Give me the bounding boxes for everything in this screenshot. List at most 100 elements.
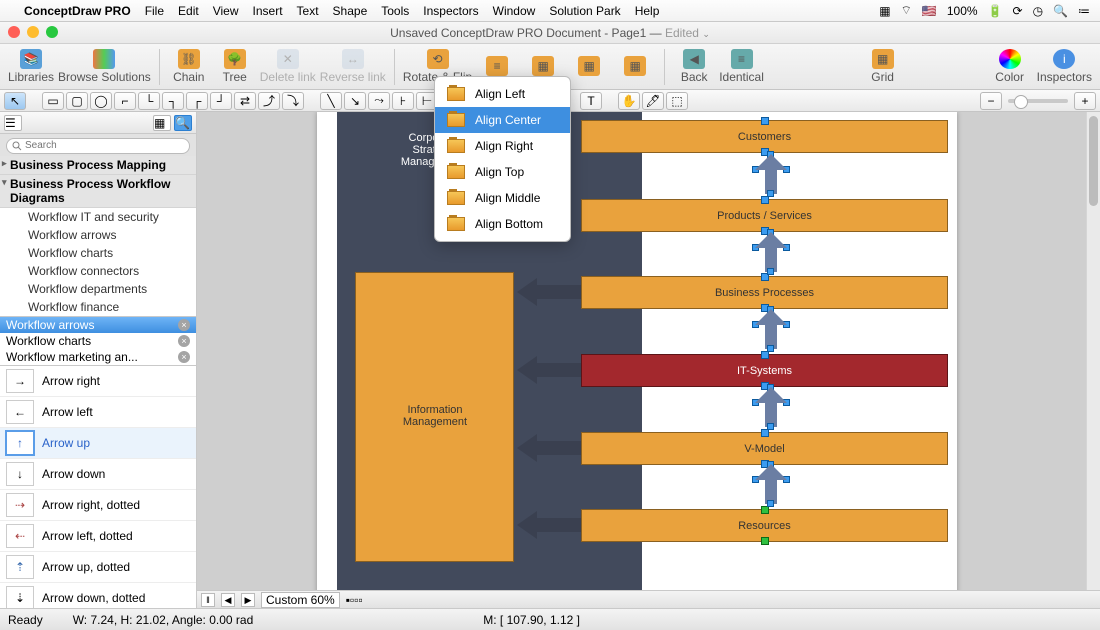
app-name[interactable]: ConceptDraw PRO (24, 4, 131, 18)
tool-conn1[interactable]: ⌐ (114, 92, 136, 110)
shape-item[interactable]: ⇡Arrow up, dotted (0, 552, 196, 583)
tree-item[interactable]: Workflow connectors (0, 262, 196, 280)
zoom-combo[interactable]: Custom 60% (261, 592, 340, 608)
align-left[interactable]: Align Left (435, 81, 570, 107)
tool-conn3[interactable]: ┐ (162, 92, 184, 110)
menu-icon[interactable]: ≔ (1078, 4, 1090, 18)
battery-icon[interactable]: 🔋 (988, 4, 1003, 18)
tool-line4[interactable]: ⊦ (392, 92, 414, 110)
tool-text[interactable]: T (580, 92, 602, 110)
tb-group3[interactable]: ▦ (614, 46, 656, 88)
align-right[interactable]: Align Right (435, 133, 570, 159)
menu-insert[interactable]: Insert (253, 4, 283, 18)
arrow-up-shape[interactable] (755, 154, 787, 194)
page-prev[interactable]: ◀ (221, 593, 235, 607)
tool-conn4[interactable]: ┌ (186, 92, 208, 110)
tool-line3[interactable]: ⤳ (368, 92, 390, 110)
search-input[interactable] (6, 138, 190, 154)
opened-lib-row[interactable]: Workflow marketing an...× (0, 349, 196, 365)
tool-conn5[interactable]: ┘ (210, 92, 232, 110)
shape-item[interactable]: ⇠Arrow left, dotted (0, 521, 196, 552)
tree-item[interactable]: Workflow IT and security (0, 208, 196, 226)
canvas[interactable]: CorporateStrategyManagement Information … (197, 112, 1100, 608)
clock-icon[interactable]: ◷ (1033, 4, 1043, 18)
tb-chain[interactable]: ⛓Chain (168, 46, 210, 88)
vertical-scrollbar[interactable] (1086, 112, 1100, 608)
opened-lib-row[interactable]: Workflow arrows× (0, 317, 196, 333)
shape-item[interactable]: →Arrow right (0, 366, 196, 397)
tray-icon[interactable]: ▦ (879, 4, 890, 18)
minimize-button[interactable] (27, 26, 39, 38)
tool-crop[interactable]: ⬚ (666, 92, 688, 110)
diagram-bar[interactable]: Products / Services (581, 199, 948, 232)
tool-select[interactable]: ↖ (4, 92, 26, 110)
menu-edit[interactable]: Edit (178, 4, 199, 18)
tool-rect[interactable]: ▭ (42, 92, 64, 110)
tb-color[interactable]: Color (989, 46, 1031, 88)
diagram-bar[interactable]: Business Processes (581, 276, 948, 309)
shape-item[interactable]: ↓Arrow down (0, 459, 196, 490)
menu-help[interactable]: Help (635, 4, 660, 18)
search-icon[interactable]: 🔍 (1053, 4, 1068, 18)
zoom-out[interactable]: − (980, 92, 1002, 110)
menu-shape[interactable]: Shape (333, 4, 368, 18)
close-icon[interactable]: × (178, 351, 190, 363)
menu-text[interactable]: Text (297, 4, 319, 18)
menu-tools[interactable]: Tools (381, 4, 409, 18)
tool-stamp[interactable]: 🖊 (642, 92, 664, 110)
zoom-slider[interactable] (1008, 99, 1068, 103)
tb-tree[interactable]: 🌳Tree (214, 46, 256, 88)
diagram-bar[interactable]: Resources (581, 509, 948, 542)
tool-ellipse[interactable]: ◯ (90, 92, 112, 110)
sidebar-tab-grid[interactable]: ▦ (153, 115, 171, 131)
align-middle[interactable]: Align Middle (435, 185, 570, 211)
tool-conn6[interactable]: ⇄ (234, 92, 256, 110)
flag-icon[interactable]: 🇺🇸 (922, 4, 937, 18)
tool-line2[interactable]: ↘ (344, 92, 366, 110)
arrow-left-shape[interactable] (517, 434, 581, 462)
tool-conn2[interactable]: └ (138, 92, 160, 110)
tb-group2[interactable]: ▦ (568, 46, 610, 88)
arrow-up-shape[interactable] (755, 309, 787, 349)
menu-window[interactable]: Window (493, 4, 536, 18)
tree-item[interactable]: Workflow charts (0, 244, 196, 262)
close-icon[interactable]: × (178, 335, 190, 347)
shape-item[interactable]: ⇢Arrow right, dotted (0, 490, 196, 521)
menu-inspectors[interactable]: Inspectors (423, 4, 478, 18)
sidebar-tab-search[interactable]: 🔍 (174, 115, 192, 131)
arrow-left-shape[interactable] (517, 511, 581, 539)
arrow-left-shape[interactable] (517, 278, 581, 306)
zoom-in[interactable]: + (1074, 92, 1096, 110)
shape-item[interactable]: ←Arrow left (0, 397, 196, 428)
tool-conn8[interactable]: ⤵ (282, 92, 304, 110)
wifi-icon[interactable]: ⌔ (901, 3, 912, 18)
sidebar-tab-list[interactable]: ☰ (4, 115, 22, 131)
page-tabs[interactable]: ▪▫▫▫ (346, 593, 363, 607)
zoom-button[interactable] (46, 26, 58, 38)
tree-group[interactable]: Business Process Workflow Diagrams (0, 175, 196, 208)
close-button[interactable] (8, 26, 20, 38)
arrow-up-shape[interactable] (755, 464, 787, 504)
tb-inspectors[interactable]: iInspectors (1037, 46, 1092, 88)
scroll-thumb[interactable] (1089, 116, 1098, 206)
arrow-left-shape[interactable] (517, 356, 581, 384)
menu-solution-park[interactable]: Solution Park (549, 4, 620, 18)
menu-file[interactable]: File (145, 4, 164, 18)
tree-item[interactable]: Workflow finance (0, 298, 196, 316)
tb-identical[interactable]: ≡Identical (719, 46, 764, 88)
sync-icon[interactable]: ⟳ (1013, 4, 1023, 18)
tb-grid[interactable]: ▦Grid (783, 46, 983, 88)
page[interactable]: CorporateStrategyManagement Information … (317, 112, 957, 608)
tool-hand[interactable]: ✋ (618, 92, 640, 110)
tb-back[interactable]: ◀Back (673, 46, 715, 88)
shape-item[interactable]: ↑Arrow up (0, 428, 196, 459)
menu-view[interactable]: View (213, 4, 239, 18)
tool-conn7[interactable]: ⤴ (258, 92, 280, 110)
shape-list[interactable]: →Arrow right ←Arrow left ↑Arrow up ↓Arro… (0, 365, 196, 608)
tree-item[interactable]: Workflow arrows (0, 226, 196, 244)
tool-line1[interactable]: ╲ (320, 92, 342, 110)
opened-lib-row[interactable]: Workflow charts× (0, 333, 196, 349)
tool-roundrect[interactable]: ▢ (66, 92, 88, 110)
arrow-up-shape[interactable] (755, 387, 787, 427)
close-icon[interactable]: × (178, 319, 190, 331)
